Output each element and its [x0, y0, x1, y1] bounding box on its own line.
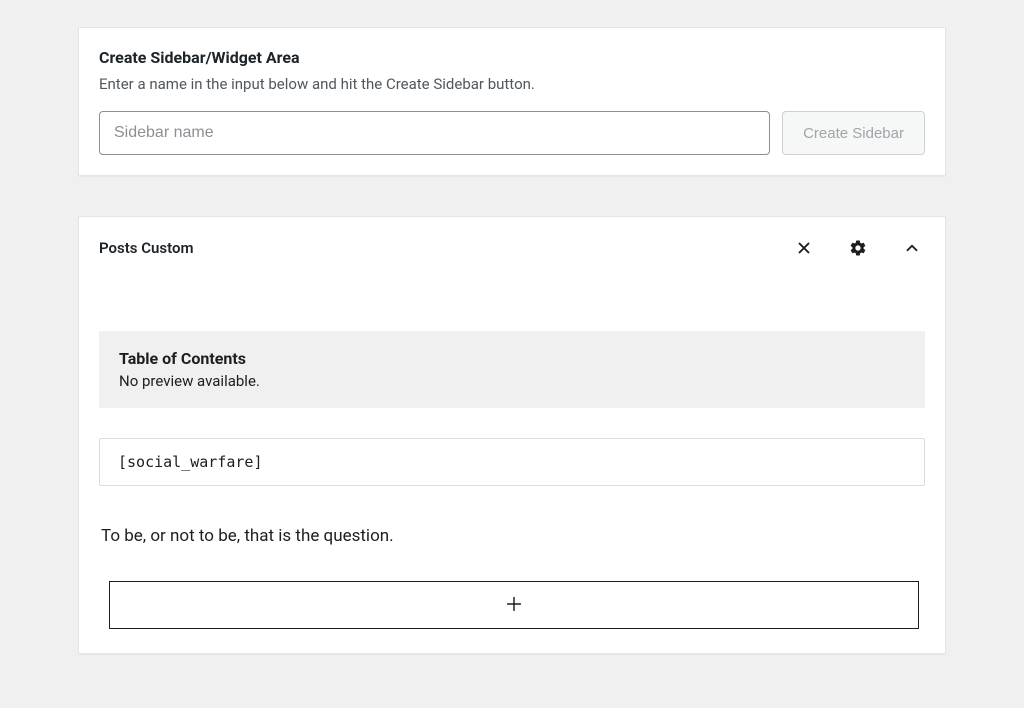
toc-block-title: Table of Contents: [119, 349, 905, 368]
toc-block-subtitle: No preview available.: [119, 372, 905, 390]
create-sidebar-row: Create Sidebar: [99, 111, 925, 155]
create-sidebar-title: Create Sidebar/Widget Area: [99, 48, 925, 67]
shortcode-block[interactable]: [social_warfare]: [99, 438, 925, 486]
create-sidebar-panel: Create Sidebar/Widget Area Enter a name …: [78, 27, 946, 176]
paragraph-block[interactable]: To be, or not to be, that is the questio…: [99, 526, 925, 546]
create-sidebar-description: Enter a name in the input below and hit …: [99, 75, 925, 93]
widget-area-header: Posts Custom: [99, 235, 925, 261]
widget-header-actions: [791, 235, 925, 261]
add-block-button[interactable]: [109, 581, 919, 629]
plus-icon: [503, 593, 525, 618]
table-of-contents-block[interactable]: Table of Contents No preview available.: [99, 331, 925, 408]
gear-icon[interactable]: [845, 235, 871, 261]
close-icon[interactable]: [791, 235, 817, 261]
shortcode-content: [social_warfare]: [118, 453, 906, 471]
create-sidebar-button[interactable]: Create Sidebar: [782, 111, 925, 155]
widget-area-panel: Posts Custom Table of Contents No p: [78, 216, 946, 654]
widget-area-title: Posts Custom: [99, 239, 791, 257]
chevron-up-icon[interactable]: [899, 235, 925, 261]
sidebar-name-input[interactable]: [99, 111, 770, 155]
